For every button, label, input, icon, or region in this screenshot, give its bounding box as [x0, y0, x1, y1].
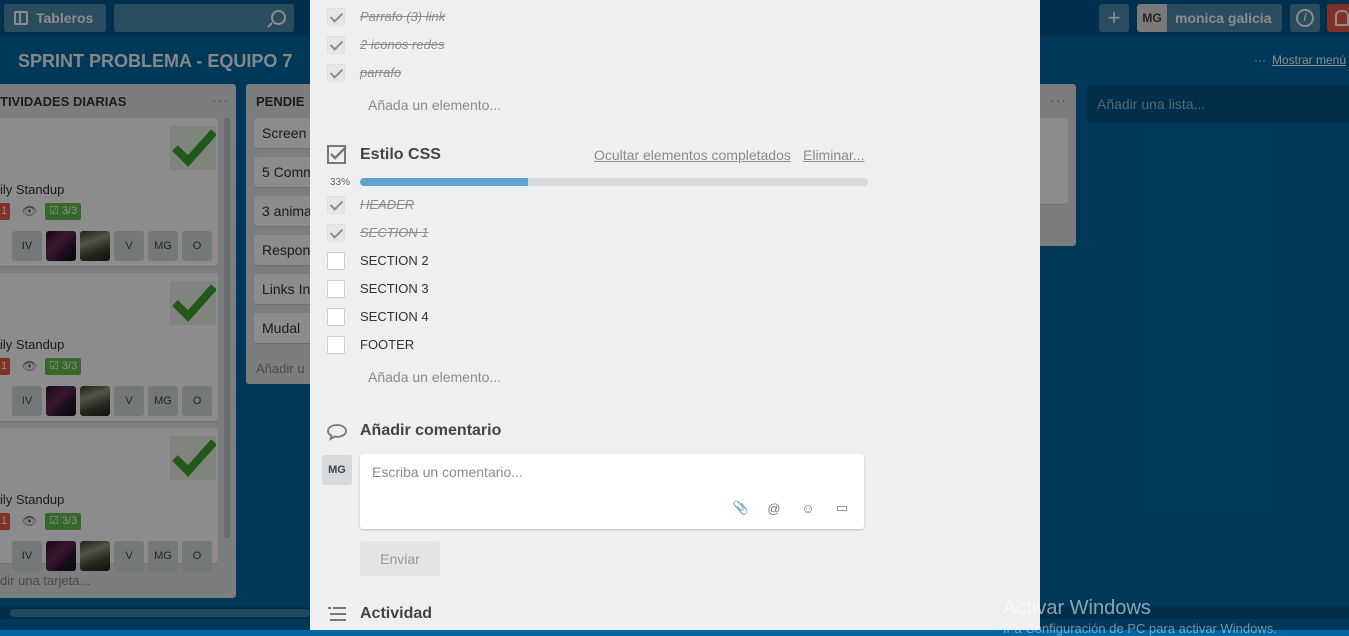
comment-icon — [327, 424, 347, 441]
checkbox-unchecked[interactable] — [327, 308, 345, 326]
checklist-progress-bar — [360, 178, 868, 186]
checkbox-checked[interactable] — [327, 8, 345, 26]
checkbox-checked[interactable] — [327, 196, 345, 214]
checklist-icon — [327, 145, 347, 164]
checklist-title[interactable]: Estilo CSS — [360, 146, 441, 164]
card-detail-modal: Parrafo (3) link 2 iconos redes parrafo … — [310, 0, 1040, 630]
checklist-item-text[interactable]: SECTION 3 — [360, 281, 429, 296]
comment-box[interactable]: 📎 @ ☺ ▭ — [360, 454, 864, 529]
checkbox-unchecked[interactable] — [327, 336, 345, 354]
send-button[interactable]: Enviar — [360, 541, 440, 576]
delete-checklist-link[interactable]: Eliminar... — [803, 147, 864, 163]
checkbox-checked[interactable] — [327, 64, 345, 82]
hide-completed-link[interactable]: Ocultar elementos completados — [594, 147, 791, 163]
comment-section-title: Añadir comentario — [360, 422, 502, 439]
comment-input[interactable] — [370, 462, 854, 496]
add-checklist-item-link[interactable]: Añada un elemento... — [368, 369, 501, 385]
checklist-item-text[interactable]: 2 iconos redes — [360, 37, 445, 52]
windows-activation-title: Activar Windows — [1003, 597, 1151, 619]
checklist-item-text[interactable]: HEADER — [360, 197, 414, 212]
checkbox-checked[interactable] — [327, 224, 345, 242]
activity-icon — [328, 607, 346, 621]
emoji-icon[interactable]: ☺ — [800, 500, 816, 516]
checkbox-unchecked[interactable] — [327, 280, 345, 298]
checklist-item-text[interactable]: FOOTER — [360, 337, 414, 352]
card-link-icon[interactable]: ▭ — [834, 500, 850, 516]
progress-percent: 33% — [330, 177, 351, 188]
checkbox-unchecked[interactable] — [327, 252, 345, 270]
attachment-icon[interactable]: 📎 — [733, 500, 749, 516]
commenter-avatar[interactable]: MG — [322, 455, 352, 485]
checklist-item-text[interactable]: SECTION 1 — [360, 225, 429, 240]
checklist-item-text[interactable]: parrafo — [360, 65, 401, 80]
progress-fill — [360, 178, 528, 186]
checklist-item-text[interactable]: Parrafo (3) link — [360, 9, 445, 24]
windows-activation-text: Ir a Configuración de PC para activar Wi… — [1003, 621, 1277, 636]
mention-icon[interactable]: @ — [766, 500, 782, 516]
checklist-item-text[interactable]: SECTION 2 — [360, 253, 429, 268]
add-checklist-item-link[interactable]: Añada un elemento... — [368, 97, 501, 113]
checklist-item-text[interactable]: SECTION 4 — [360, 309, 429, 324]
activity-title: Actividad — [360, 605, 433, 622]
checkbox-checked[interactable] — [327, 36, 345, 54]
